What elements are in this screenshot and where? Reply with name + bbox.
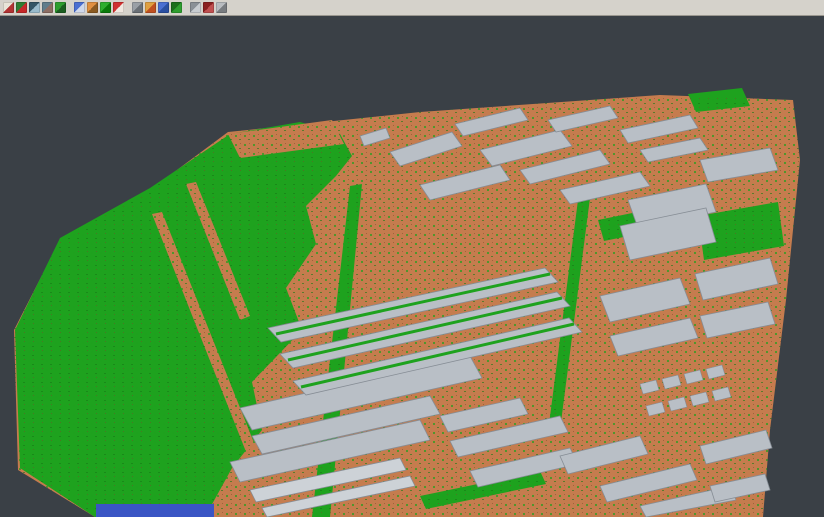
record-ring-icon[interactable] xyxy=(113,2,124,13)
toolbar xyxy=(0,0,824,16)
point-cloud-render xyxy=(0,16,824,517)
save-icon[interactable] xyxy=(29,2,40,13)
settings-gear-icon[interactable] xyxy=(132,2,143,13)
3d-viewport[interactable] xyxy=(0,16,824,517)
dataset-icon[interactable] xyxy=(16,2,27,13)
application-window xyxy=(0,0,824,517)
polygon-icon[interactable] xyxy=(171,2,182,13)
open-file-icon[interactable] xyxy=(3,2,14,13)
globe-icon[interactable] xyxy=(190,2,201,13)
vegetation-icon[interactable] xyxy=(55,2,66,13)
sphere-icon[interactable] xyxy=(100,2,111,13)
taskbar-fragment xyxy=(96,504,214,517)
grid-icon[interactable] xyxy=(158,2,169,13)
cut-icon[interactable] xyxy=(145,2,156,13)
crop-box-icon[interactable] xyxy=(87,2,98,13)
info-icon[interactable] xyxy=(216,2,227,13)
terrain-icon[interactable] xyxy=(42,2,53,13)
measure-icon[interactable] xyxy=(203,2,214,13)
layers-icon[interactable] xyxy=(74,2,85,13)
